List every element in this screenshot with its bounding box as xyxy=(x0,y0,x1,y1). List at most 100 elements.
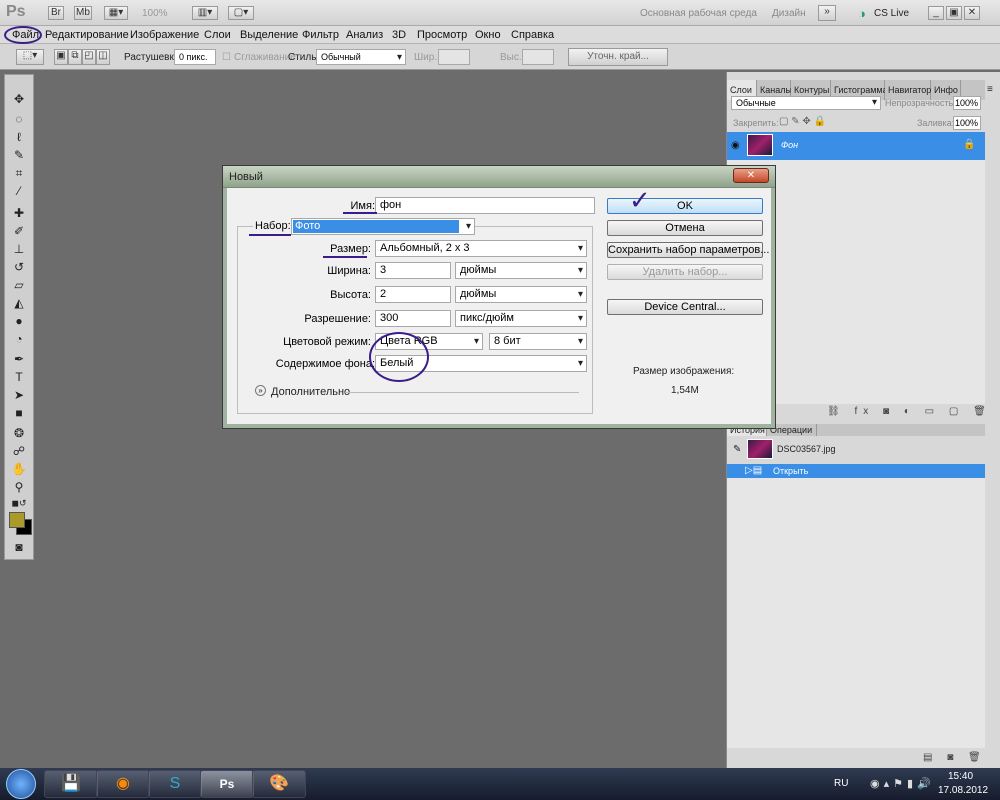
minimize-button[interactable]: _ xyxy=(928,6,944,20)
shape-tool-icon[interactable]: ■ xyxy=(9,405,29,421)
save-preset-button[interactable]: Сохранить набор параметров... xyxy=(607,242,769,258)
layer-name[interactable]: Фон xyxy=(781,140,798,150)
resolution-input[interactable]: 300 xyxy=(375,310,451,327)
height-unit-select[interactable]: дюймы xyxy=(455,286,587,303)
stamp-tool-icon[interactable]: ⊥ xyxy=(9,241,29,257)
screen-mode-button[interactable]: ▢▾ xyxy=(228,6,254,20)
bitdepth-select[interactable]: 8 бит xyxy=(489,333,587,350)
height-input[interactable]: 2 xyxy=(375,286,451,303)
tab-navigator[interactable]: Навигатор xyxy=(885,80,931,100)
menu-edit[interactable]: Редактирование xyxy=(45,29,129,41)
crop-tool-icon[interactable]: ⌗ xyxy=(9,165,29,181)
clock-time[interactable]: 15:40 xyxy=(948,771,973,782)
eye-icon[interactable]: ◉ xyxy=(731,140,740,151)
device-central-button[interactable]: Device Central... xyxy=(607,299,763,315)
3d-rotate-tool-icon[interactable]: ❂ xyxy=(9,425,29,441)
hand-tool-icon[interactable]: ✋ xyxy=(9,461,29,477)
width-input[interactable]: 3 xyxy=(375,262,451,279)
taskbar-app-firefox[interactable]: ◉ xyxy=(96,770,150,798)
height-input[interactable] xyxy=(522,49,554,65)
brush-tool-icon[interactable]: ✐ xyxy=(9,223,29,239)
cs-live-label[interactable]: CS Live xyxy=(874,8,909,19)
clock-date[interactable]: 17.08.2012 xyxy=(938,785,988,796)
feather-input[interactable]: 0 пикс. xyxy=(174,49,216,65)
menu-window[interactable]: Окно xyxy=(475,29,501,41)
start-button[interactable] xyxy=(6,769,36,799)
menu-view[interactable]: Просмотр xyxy=(417,29,467,41)
new-selection-icon[interactable]: ▣ xyxy=(54,49,68,65)
width-unit-select[interactable]: дюймы xyxy=(455,262,587,279)
style-select[interactable]: Обычный xyxy=(316,49,406,65)
bridge-button[interactable]: Br xyxy=(48,6,64,20)
menu-3d[interactable]: 3D xyxy=(392,29,406,41)
history-brush-tool-icon[interactable]: ↺ xyxy=(9,259,29,275)
layer-row[interactable]: ◉ Фон 🔒 xyxy=(727,132,985,160)
workspace-essentials[interactable]: Основная рабочая среда xyxy=(640,8,757,19)
name-input[interactable]: фон xyxy=(375,197,595,214)
zoom-level[interactable]: 100% xyxy=(142,8,168,19)
pen-tool-icon[interactable]: ✒ xyxy=(9,351,29,367)
menu-help[interactable]: Справка xyxy=(511,29,554,41)
arrange-documents-button[interactable]: ▥▾ xyxy=(192,6,218,20)
taskbar-app-photoshop[interactable]: Ps xyxy=(200,770,254,798)
menu-filter[interactable]: Фильтр xyxy=(302,29,339,41)
healing-tool-icon[interactable]: ✚ xyxy=(9,205,29,221)
subtract-selection-icon[interactable]: ◰ xyxy=(82,49,96,65)
advanced-label[interactable]: Дополнительно xyxy=(271,386,350,398)
blend-mode-select[interactable]: Обычные xyxy=(731,96,881,110)
taskbar-app-skype[interactable]: S xyxy=(148,770,202,798)
menu-select[interactable]: Выделение xyxy=(240,29,298,41)
type-tool-icon[interactable]: T xyxy=(9,369,29,385)
layers-footer-icons[interactable]: ⛓ fx ◙ ◐ ▭ ▢ 🗑 xyxy=(827,406,992,417)
foreground-color-swatch[interactable] xyxy=(9,512,25,528)
preset-select[interactable]: Фото xyxy=(291,218,475,235)
restore-button[interactable]: ▣ xyxy=(946,6,962,20)
language-indicator[interactable]: RU xyxy=(834,778,848,789)
opacity-input[interactable]: 100% xyxy=(953,96,981,110)
eraser-tool-icon[interactable]: ▱ xyxy=(9,277,29,293)
history-snapshot-row[interactable]: ✎ DSC03567.jpg xyxy=(727,438,985,462)
size-select[interactable]: Альбомный, 2 x 3 xyxy=(375,240,587,257)
marquee-tool-icon[interactable]: ◌ xyxy=(9,111,29,127)
add-selection-icon[interactable]: ⧉ xyxy=(68,49,82,65)
eyedropper-tool-icon[interactable]: ⁄ xyxy=(9,183,29,199)
menu-layers[interactable]: Слои xyxy=(204,29,231,41)
lasso-tool-icon[interactable]: ℓ xyxy=(9,129,29,145)
workspace-design[interactable]: Дизайн xyxy=(772,8,806,19)
dialog-close-button[interactable]: ✕ xyxy=(733,168,769,183)
close-button[interactable]: ✕ xyxy=(964,6,980,20)
delete-preset-button[interactable]: Удалить набор... xyxy=(607,264,763,280)
intersect-selection-icon[interactable]: ◫ xyxy=(96,49,110,65)
panel-menu-icon[interactable]: ≡ xyxy=(987,84,993,95)
tool-preset-picker[interactable]: ⬚▾ xyxy=(16,49,44,65)
fill-input[interactable]: 100% xyxy=(953,116,981,130)
dodge-tool-icon[interactable]: ◔ xyxy=(9,331,29,347)
taskbar-app-save[interactable]: 💾 xyxy=(44,770,98,798)
menu-analysis[interactable]: Анализ xyxy=(346,29,383,41)
minibridge-button[interactable]: Mb xyxy=(74,6,92,20)
lock-icons[interactable]: ▢ ✎ ✥ 🔒 xyxy=(779,116,826,127)
path-select-tool-icon[interactable]: ➤ xyxy=(9,387,29,403)
quick-mask-icon[interactable]: ◙ xyxy=(9,539,29,555)
default-colors-icon[interactable]: ◼↺ xyxy=(9,495,29,511)
tray-icons[interactable]: ◉▴⚑▮🔊 xyxy=(870,777,935,790)
zoom-tool-icon[interactable]: ⚲ xyxy=(9,479,29,495)
workspace-more-button[interactable]: » xyxy=(818,5,836,21)
history-footer-icons[interactable]: ▤ ◙ 🗑 xyxy=(923,752,987,763)
antialias-checkbox[interactable]: ☐ xyxy=(222,52,231,63)
cancel-button[interactable]: Отмена xyxy=(607,220,763,236)
gradient-tool-icon[interactable]: ◭ xyxy=(9,295,29,311)
quick-select-tool-icon[interactable]: ✎ xyxy=(9,147,29,163)
taskbar-app-paint[interactable]: 🎨 xyxy=(252,770,306,798)
menu-image[interactable]: Изображение xyxy=(130,29,199,41)
width-input[interactable] xyxy=(438,49,470,65)
resolution-unit-select[interactable]: пикс/дюйм xyxy=(455,310,587,327)
refine-edge-button[interactable]: Уточн. край... xyxy=(568,48,668,66)
view-extras-button[interactable]: ▦▾ xyxy=(104,6,128,20)
3d-orbit-tool-icon[interactable]: ☍ xyxy=(9,443,29,459)
blur-tool-icon[interactable]: ● xyxy=(9,313,29,329)
advanced-toggle-icon[interactable]: » xyxy=(255,385,266,396)
move-tool-icon[interactable]: ✥ xyxy=(9,91,29,107)
history-step-row[interactable]: ▷▤ Открыть xyxy=(727,464,985,478)
cs-live-icon[interactable]: ◑ xyxy=(858,6,866,21)
